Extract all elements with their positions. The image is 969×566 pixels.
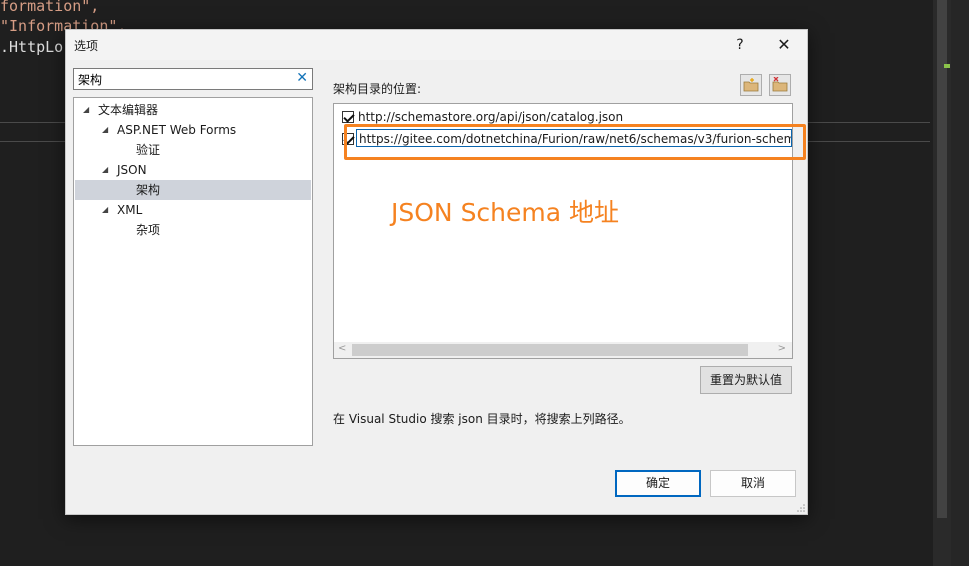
ok-button[interactable]: 确定 [615, 470, 701, 497]
options-tree: ◢ 文本编辑器 ◢ ASP.NET Web Forms 验证 ◢ JSON 架构… [73, 97, 313, 446]
options-search-input[interactable] [78, 71, 288, 87]
dialog-title: 选项 [74, 39, 99, 53]
resize-grip-icon[interactable] [797, 504, 805, 512]
tree-item-label: 杂项 [136, 223, 161, 237]
expanded-arrow-icon[interactable]: ◢ [102, 160, 108, 180]
editor-overview-strip [951, 0, 969, 566]
change-marker [944, 64, 950, 68]
tree-item-label: JSON [117, 163, 147, 177]
delete-folder-icon [772, 77, 788, 92]
catalog-checkbox[interactable] [342, 111, 354, 123]
dialog-titlebar: 选项 ? ✕ [66, 30, 807, 60]
tree-item-label: 文本编辑器 [98, 103, 159, 117]
help-button[interactable]: ? [728, 33, 752, 57]
expanded-arrow-icon[interactable]: ◢ [102, 200, 108, 220]
expanded-arrow-icon[interactable]: ◢ [83, 100, 89, 120]
catalog-horizontal-scrollbar[interactable]: < > [334, 342, 792, 358]
code-line-3: .HttpLo [0, 38, 64, 56]
add-catalog-button[interactable] [740, 74, 762, 96]
scroll-right-icon[interactable]: > [778, 343, 786, 354]
scrollbar-thumb[interactable] [352, 344, 748, 356]
cancel-button[interactable]: 取消 [710, 470, 796, 497]
description-text: 在 Visual Studio 搜索 json 目录时，将搜索上列路径。 [333, 412, 631, 426]
tree-item-label: 架构 [136, 183, 161, 197]
editor-scrollbar-thumb[interactable] [937, 0, 947, 518]
tree-item-validation[interactable]: 验证 [75, 140, 311, 160]
tree-item-xml[interactable]: ◢ XML [75, 200, 311, 220]
tree-item-label: 验证 [136, 143, 161, 157]
annotation-highlight-box [344, 124, 806, 160]
tree-item-text-editor[interactable]: ◢ 文本编辑器 [75, 100, 311, 120]
scroll-left-icon[interactable]: < [338, 343, 346, 354]
options-dialog: 选项 ? ✕ ✕ ◢ 文本编辑器 ◢ ASP.NET Web Forms 验证 … [65, 29, 808, 515]
schema-catalog-label: 架构目录的位置: [333, 82, 422, 96]
catalog-url: http://schemastore.org/api/json/catalog.… [358, 110, 624, 124]
tree-item-schema[interactable]: 架构 [75, 180, 311, 200]
remove-catalog-button[interactable] [769, 74, 791, 96]
reset-to-default-button[interactable]: 重置为默认值 [700, 366, 792, 394]
close-button[interactable]: ✕ [772, 33, 796, 57]
tree-item-json[interactable]: ◢ JSON [75, 160, 311, 180]
tree-item-label: ASP.NET Web Forms [117, 123, 237, 137]
new-folder-icon [743, 78, 759, 92]
clear-search-icon[interactable]: ✕ [296, 70, 308, 86]
annotation-label: JSON Schema 地址 [391, 198, 620, 227]
tree-item-misc[interactable]: 杂项 [75, 220, 311, 240]
tree-item-aspnet-web-forms[interactable]: ◢ ASP.NET Web Forms [75, 120, 311, 140]
tree-item-label: XML [117, 203, 143, 217]
code-line-1: formation", [0, 0, 100, 15]
options-search-box: ✕ [73, 68, 313, 90]
expanded-arrow-icon[interactable]: ◢ [102, 120, 108, 140]
